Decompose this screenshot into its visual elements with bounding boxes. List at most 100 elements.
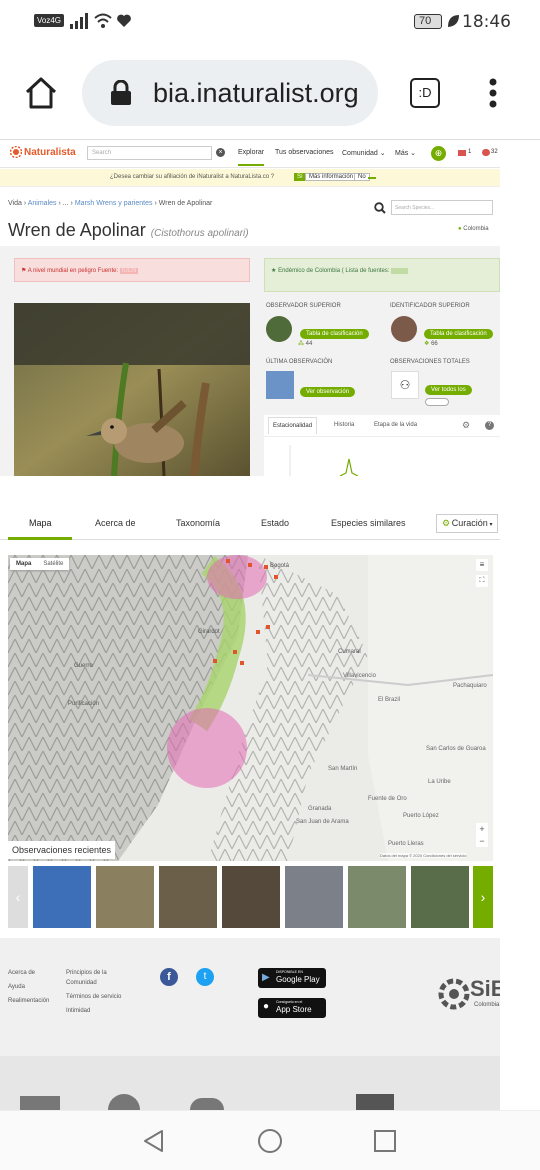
zoom-in-button[interactable]: + (476, 823, 488, 835)
twitter-icon[interactable]: t (196, 968, 214, 986)
help-icon[interactable]: ? (485, 421, 494, 430)
tab-similar-species[interactable]: Especies similares (331, 518, 406, 528)
view-observation-button[interactable]: Ver observación (300, 387, 356, 397)
tab-seasonality[interactable]: Estacionalidad (268, 417, 318, 434)
recent-photo[interactable] (159, 866, 217, 928)
site-search-input[interactable]: Search (87, 146, 212, 160)
home-icon[interactable] (24, 76, 58, 110)
footer-link-feedback[interactable]: Realimentación (8, 996, 58, 1006)
observer-avatar[interactable] (266, 316, 292, 342)
app-store-badge[interactable]: ● Consíguelo en el App Store (258, 998, 326, 1018)
web-page: Naturalista Search × Explorar Tus observ… (0, 140, 500, 1110)
partner-logo[interactable] (108, 1094, 140, 1110)
banner-yes-button[interactable]: Sí (294, 173, 306, 181)
identifier-avatar[interactable] (391, 316, 417, 342)
curation-label: Curación (451, 518, 488, 528)
footer-link-terms[interactable]: Términos de servicio (66, 992, 126, 1002)
lock-icon (110, 80, 132, 106)
map-type-satellite[interactable]: Satélite (37, 558, 69, 570)
back-icon[interactable] (142, 1129, 166, 1153)
nav-comunidad[interactable]: Comunidad ⌄ (342, 149, 386, 157)
search-icon[interactable] (374, 202, 386, 214)
tab-history[interactable]: Historia (334, 422, 354, 428)
facebook-icon[interactable]: f (160, 968, 178, 986)
google-play-icon: ▶ (262, 972, 270, 983)
page-title: Wren de Apolinar (Cistothorus apolinari) (8, 220, 249, 241)
url-text[interactable]: bia.inaturalist.org (153, 78, 359, 109)
recent-photo[interactable] (285, 866, 343, 928)
nav-tus-observaciones[interactable]: Tus observaciones (275, 149, 334, 156)
fullscreen-icon[interactable]: ⛶ (476, 575, 488, 587)
sib-logo-sub: Colombia (474, 1002, 500, 1008)
breadcrumb-vida[interactable]: Vida (8, 200, 22, 207)
partner-logo[interactable] (356, 1094, 394, 1110)
overflow-menu-icon[interactable] (488, 78, 498, 108)
tab-about[interactable]: Acerca de (95, 518, 136, 528)
breadcrumb-marsh-wrens[interactable]: Marsh Wrens y parientes (75, 200, 153, 207)
chart-panel: Estacionalidad Historia Etapa de la vida… (264, 415, 500, 476)
sib-logo-text[interactable]: SiB (470, 976, 500, 1002)
banner-more-button[interactable]: Más información (305, 173, 358, 181)
recent-photo[interactable] (411, 866, 469, 928)
iucn-link[interactable]: IUCN (119, 268, 139, 274)
curation-dropdown[interactable]: ⚙ Curación ▾ (436, 514, 499, 533)
footer-link-about[interactable]: Acerca de (8, 968, 58, 978)
recent-photo[interactable] (96, 866, 154, 928)
source-list-link[interactable] (391, 268, 409, 274)
footer-link-community[interactable]: Principios de la Comunidad (66, 968, 126, 988)
breadcrumb-ellipsis[interactable]: ... (63, 200, 69, 207)
map-type-toggle: Mapa Satélite (10, 558, 70, 570)
nav-explorar[interactable]: Explorar (238, 149, 265, 166)
view-all-button[interactable]: Ver todos los (425, 385, 472, 395)
map-place-label: Purificación (68, 701, 99, 707)
footer: Acerca de Ayuda Realimentación Principio… (0, 938, 500, 1110)
map-place-label: El Brazil (378, 697, 400, 703)
recent-photo[interactable] (222, 866, 280, 928)
species-map[interactable]: Pachaquiaro El Brazil Villavicencio San … (8, 555, 493, 861)
nav-mas[interactable]: Más ⌄ (395, 149, 416, 157)
partner-logo[interactable] (190, 1098, 224, 1110)
tab-life-stage[interactable]: Etapa de la vida (374, 422, 417, 428)
identifier-leaderboard-button[interactable]: Tabla de clasificación (424, 329, 493, 339)
zoom-out-button[interactable]: − (476, 835, 488, 847)
home-button-icon[interactable] (257, 1128, 283, 1154)
tab-taxonomy[interactable]: Taxonomía (176, 518, 220, 528)
observer-count: ⁂ 44 (298, 340, 312, 347)
tab-status[interactable]: Estado (261, 518, 289, 528)
taxa-search-input[interactable]: Search Species... (391, 200, 493, 215)
message-icon[interactable] (482, 149, 490, 156)
clear-search-icon[interactable]: × (216, 148, 225, 157)
observer-leaderboard-button[interactable]: Tabla de clasificación (300, 329, 369, 339)
breadcrumb-animales[interactable]: Animales (28, 200, 57, 207)
chart-tabs: Estacionalidad Historia Etapa de la vida… (264, 415, 500, 437)
map-pin-icon: ● (458, 226, 462, 232)
taxon-photo[interactable] (14, 303, 250, 476)
carousel-prev-button[interactable]: ‹ (8, 866, 28, 928)
google-play-badge[interactable]: ▶ DISPONIBLE EN Google Play (258, 968, 326, 988)
map-place-label: Pachaquiaro (453, 683, 487, 689)
gear-icon[interactable]: ⚙ (462, 420, 470, 431)
map-place-label: Bogotá (270, 563, 290, 569)
conservation-status-text: A nivel mundial en peligro Fuente: (27, 268, 119, 274)
carousel-next-button[interactable]: › (473, 866, 493, 928)
layers-icon[interactable]: ≡ (476, 559, 488, 571)
site-logo[interactable]: Naturalista (24, 147, 76, 158)
message-count: 32 (491, 149, 498, 155)
recent-photo[interactable] (33, 866, 91, 928)
recents-icon[interactable] (373, 1129, 397, 1153)
tab-map[interactable]: Mapa (29, 518, 52, 528)
footer-link-help[interactable]: Ayuda (8, 982, 58, 992)
last-observation-thumbnail[interactable] (266, 371, 294, 399)
partner-logo[interactable] (20, 1096, 60, 1110)
map-type-map[interactable]: Mapa (10, 558, 37, 570)
tab-switcher-button[interactable]: :D (410, 78, 440, 108)
recent-photo[interactable] (348, 866, 406, 928)
active-tab-indicator (8, 537, 72, 540)
map-attribution[interactable]: Datos del mapa © 2020 Condiciones del se… (380, 853, 467, 858)
footer-link-privacy[interactable]: Intimidad (66, 1006, 126, 1016)
add-observation-icon[interactable]: ⊕ (431, 146, 446, 161)
place-filter[interactable]: ● Colombia (458, 226, 489, 232)
naturalista-logo-icon[interactable] (10, 146, 22, 158)
star-icon: ★ (271, 268, 277, 274)
mail-icon[interactable] (458, 150, 466, 156)
